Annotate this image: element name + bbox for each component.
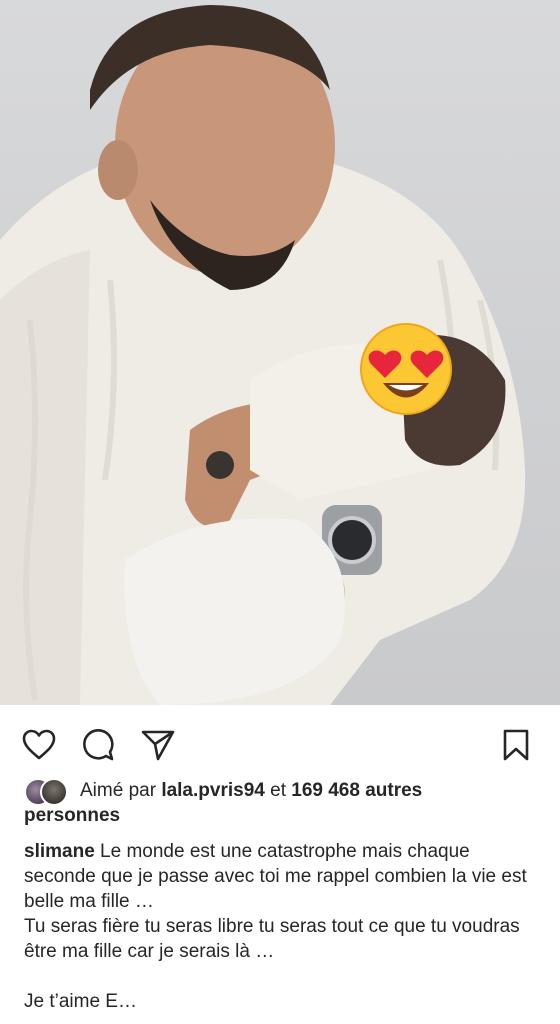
avatar xyxy=(40,778,68,806)
likes-text: Aimé par lala.pvris94 et 169 468 autres … xyxy=(24,778,540,828)
heart-icon xyxy=(22,729,56,760)
likes-connector: et xyxy=(270,780,286,801)
liker-username[interactable]: lala.pvris94 xyxy=(161,780,265,801)
post-image[interactable] xyxy=(0,0,560,705)
caption-line: Je t’aime E… xyxy=(24,991,137,1012)
likes-prefix: Aimé par xyxy=(80,780,157,801)
bookmark-icon xyxy=(503,729,529,761)
post-actions-bar xyxy=(0,705,560,775)
comment-button[interactable] xyxy=(80,727,116,763)
post-photo-illustration xyxy=(0,5,526,705)
caption-username[interactable]: slimane xyxy=(24,841,95,862)
likes-count[interactable]: 169 468 autres xyxy=(291,780,422,801)
save-button[interactable] xyxy=(498,727,534,763)
post-caption: slimane Le monde est une catastrophe mai… xyxy=(0,839,560,1014)
liker-avatars xyxy=(24,778,72,806)
caption-line: slimane Le monde est une catastrophe mai… xyxy=(24,839,536,914)
send-icon xyxy=(141,730,175,761)
comment-icon xyxy=(83,729,114,761)
likes-summary[interactable]: Aimé par lala.pvris94 et 169 468 autres … xyxy=(0,775,560,829)
like-button[interactable] xyxy=(21,727,57,763)
share-button[interactable] xyxy=(140,727,176,763)
likes-count-suffix[interactable]: personnes xyxy=(24,803,540,828)
caption-text: Le monde est une catastrophe mais chaque… xyxy=(24,841,527,912)
caption-line: Tu seras fière tu seras libre tu seras t… xyxy=(24,916,520,962)
